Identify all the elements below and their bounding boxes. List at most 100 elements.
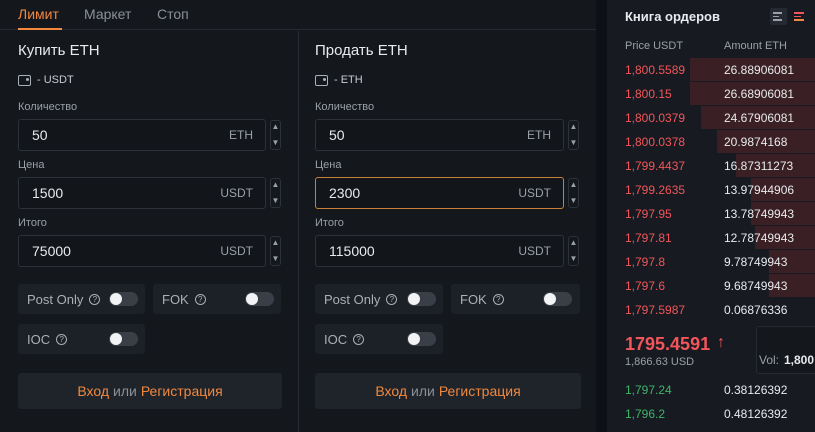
volume-label: Vol:	[759, 353, 780, 367]
ask-amount: 24.67906081	[724, 111, 795, 125]
order-type-tabs: Лимит Маркет Стоп	[0, 0, 596, 30]
sell-price-input[interactable]: 2300 USDT	[315, 177, 564, 209]
chevron-up-icon[interactable]: ▲	[272, 121, 280, 133]
asks-view-icon[interactable]	[791, 8, 808, 25]
chevron-down-icon[interactable]: ▼	[570, 195, 578, 207]
ioc-label: IOC	[27, 331, 51, 347]
ask-amount: 20.9874168	[724, 135, 788, 149]
chevron-up-icon[interactable]: ▲	[570, 121, 578, 133]
sell-total-stepper[interactable]: ▲ ▼	[568, 236, 579, 266]
ask-amount: 9.68749943	[724, 279, 788, 293]
sell-price-stepper[interactable]: ▲ ▼	[568, 178, 579, 208]
ask-row[interactable]: 1,799.4437 16.87311273	[607, 154, 815, 178]
ask-row[interactable]: 1,797.6 9.68749943	[607, 274, 815, 298]
chevron-down-icon[interactable]: ▼	[570, 253, 578, 265]
sell-total-input[interactable]: 115000 USDT	[315, 235, 564, 267]
ask-price: 1,800.15	[625, 87, 672, 101]
sell-price-value: 2300	[329, 185, 361, 201]
ioc-toggle[interactable]	[109, 332, 138, 346]
ask-price: 1,800.5589	[625, 63, 686, 77]
ask-row[interactable]: 1,797.8 9.78749943	[607, 250, 815, 274]
help-icon[interactable]: ?	[353, 333, 365, 345]
buy-total-stepper[interactable]: ▲ ▼	[270, 236, 281, 266]
bid-amount: 0.48126392	[724, 407, 788, 421]
bid-amount: 0.38126392	[724, 383, 788, 397]
ask-amount: 13.78749943	[724, 207, 795, 221]
ioc-toggle[interactable]	[407, 332, 436, 346]
chevron-up-icon[interactable]: ▲	[570, 179, 578, 191]
post-only-toggle[interactable]	[407, 292, 436, 306]
sell-ioc-option: IOC ?	[315, 324, 443, 354]
register-link[interactable]: Регистрация	[141, 383, 223, 399]
trade-panel: Лимит Маркет Стоп Купить ETH - USDT Коли…	[0, 0, 596, 432]
list-view-icon[interactable]	[770, 8, 787, 25]
buy-qty-label: Количество	[18, 101, 78, 113]
sell-qty-input[interactable]: 50 ETH	[315, 119, 564, 151]
bid-price: 1,797.24	[625, 383, 672, 397]
ask-row[interactable]: 1,799.2635 13.97944906	[607, 178, 815, 202]
bid-price: 1,796.2	[625, 407, 666, 421]
buy-price-label: Цена	[18, 159, 45, 171]
sell-qty-value: 50	[329, 127, 345, 143]
ask-price: 1,800.0379	[625, 111, 686, 125]
ask-amount: 0.06876336	[724, 303, 788, 317]
ask-price: 1,797.95	[625, 207, 672, 221]
last-price-usd: 1,866.63 USD	[625, 356, 695, 368]
ask-price: 1,797.8	[625, 255, 666, 269]
fok-toggle[interactable]	[245, 292, 274, 306]
chevron-up-icon[interactable]: ▲	[272, 237, 280, 249]
buy-qty-stepper[interactable]: ▲ ▼	[270, 120, 281, 150]
login-link[interactable]: Вход	[77, 383, 109, 399]
help-icon[interactable]: ?	[492, 293, 504, 305]
ask-amount: 26.88906081	[724, 63, 795, 77]
ask-amount: 26.68906081	[724, 87, 795, 101]
ask-row[interactable]: 1,797.95 13.78749943	[607, 202, 815, 226]
chevron-down-icon[interactable]: ▼	[272, 137, 280, 149]
ask-row[interactable]: 1,797.5987 0.06876336	[607, 298, 815, 322]
tab-stop[interactable]: Стоп	[157, 6, 189, 22]
buy-qty-value: 50	[32, 127, 48, 143]
chevron-up-icon[interactable]: ▲	[272, 179, 280, 191]
help-icon[interactable]: ?	[386, 293, 398, 305]
ask-row[interactable]: 1,800.0379 24.67906081	[607, 106, 815, 130]
tab-limit[interactable]: Лимит	[18, 6, 59, 22]
wallet-icon	[18, 74, 31, 86]
bid-row[interactable]: 1,797.24 0.38126392	[607, 378, 815, 402]
sell-total-label: Итого	[315, 217, 344, 229]
chevron-down-icon[interactable]: ▼	[272, 253, 280, 265]
chevron-up-icon[interactable]: ▲	[570, 237, 578, 249]
ask-row[interactable]: 1,797.81 12.78749943	[607, 226, 815, 250]
fok-toggle[interactable]	[543, 292, 572, 306]
buy-total-input[interactable]: 75000 USDT	[18, 235, 266, 267]
bid-row[interactable]: 1,796.2 0.48126392	[607, 402, 815, 426]
help-icon[interactable]: ?	[89, 293, 101, 305]
volume-value: 1,800	[784, 353, 815, 367]
sell-qty-stepper[interactable]: ▲ ▼	[568, 120, 579, 150]
chevron-down-icon[interactable]: ▼	[272, 195, 280, 207]
buy-login-button[interactable]: Вход или Регистрация	[18, 373, 282, 409]
chevron-down-icon[interactable]: ▼	[570, 137, 578, 149]
buy-form: Купить ETH - USDT Количество 50 ETH ▲ ▼ …	[0, 31, 298, 432]
sell-login-button[interactable]: Вход или Регистрация	[315, 373, 581, 409]
register-link[interactable]: Регистрация	[439, 383, 521, 399]
post-only-toggle[interactable]	[109, 292, 138, 306]
buy-price-stepper[interactable]: ▲ ▼	[270, 178, 281, 208]
help-icon[interactable]: ?	[56, 333, 68, 345]
ask-row[interactable]: 1,800.0378 20.9874168	[607, 130, 815, 154]
order-book-title: Книга ордеров	[625, 9, 720, 24]
ask-row[interactable]: 1,800.15 26.68906081	[607, 82, 815, 106]
help-icon[interactable]: ?	[194, 293, 206, 305]
login-link[interactable]: Вход	[375, 383, 407, 399]
buy-title: Купить ETH	[18, 42, 100, 59]
ask-row[interactable]: 1,800.5589 26.88906081	[607, 58, 815, 82]
buy-qty-input[interactable]: 50 ETH	[18, 119, 266, 151]
sell-form: Продать ETH - ETH Количество 50 ETH ▲ ▼ …	[299, 31, 596, 432]
buy-price-input[interactable]: 1500 USDT	[18, 177, 266, 209]
tab-market[interactable]: Маркет	[84, 6, 131, 22]
sell-price-unit: USDT	[518, 186, 551, 200]
sell-total-unit: USDT	[518, 244, 551, 258]
sell-qty-unit: ETH	[527, 128, 551, 142]
ask-price: 1,797.5987	[625, 303, 686, 317]
active-tab-indicator	[18, 28, 62, 30]
sell-price-label: Цена	[315, 159, 342, 171]
